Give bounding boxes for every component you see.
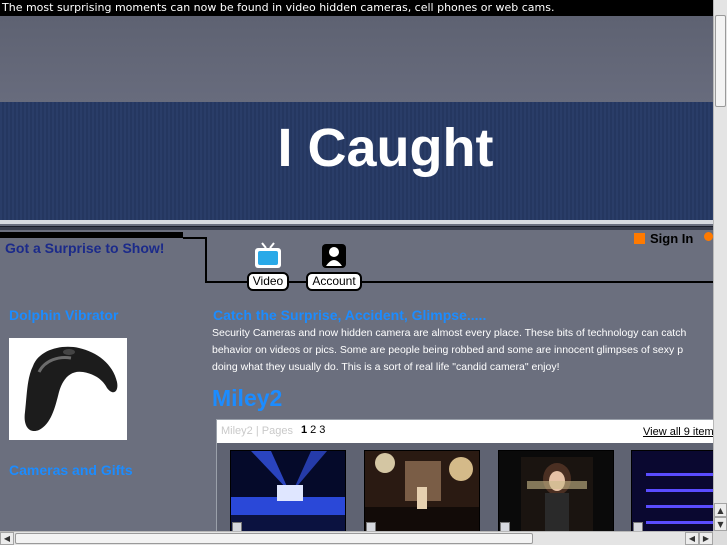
scroll-down-arrow-icon[interactable]: ▼ bbox=[714, 517, 727, 531]
surprise-link[interactable]: Got a Surprise to Show! bbox=[5, 240, 164, 256]
orange-dot-icon bbox=[704, 232, 713, 241]
product-image[interactable] bbox=[9, 338, 127, 440]
tv-icon bbox=[255, 242, 281, 268]
intro-line: Security Cameras and now hidden camera a… bbox=[212, 327, 687, 339]
user-icon bbox=[322, 244, 346, 268]
scroll-up-arrow-icon[interactable]: ▲ bbox=[714, 503, 727, 517]
product-photo bbox=[24, 346, 118, 432]
horizontal-scroll-thumb[interactable] bbox=[15, 533, 533, 544]
page-link-1[interactable]: 1 bbox=[301, 424, 307, 436]
gallery-thumbnail[interactable] bbox=[230, 450, 346, 534]
nav-frame-connector bbox=[183, 237, 207, 239]
gallery-pager-caption: Miley2 | Pages bbox=[221, 425, 293, 437]
intro-paragraph: Security Cameras and now hidden camera a… bbox=[212, 325, 727, 376]
intro-line: behavior on videos or pics. Some are peo… bbox=[212, 344, 684, 356]
scroll-right-arrow-icon[interactable]: ▶ bbox=[699, 532, 713, 545]
account-nav-button[interactable]: Account bbox=[304, 240, 364, 291]
intro-line: doing what they usually do. This is a so… bbox=[212, 361, 560, 373]
gallery-title-link[interactable]: Miley2 bbox=[212, 385, 282, 412]
browser-viewport: The most surprising moments can now be f… bbox=[0, 0, 727, 545]
thumbnail-image bbox=[365, 451, 479, 533]
horizontal-scrollbar[interactable]: ◀ ◀ ▶ bbox=[0, 531, 713, 545]
nav-frame-vertical bbox=[205, 238, 207, 282]
vertical-scroll-thumb[interactable] bbox=[715, 15, 726, 107]
main-heading-link[interactable]: Catch the Surprise, Accident, Glimpse...… bbox=[213, 307, 486, 323]
gallery-thumbnail[interactable] bbox=[498, 450, 614, 534]
site-title[interactable]: I Caught bbox=[0, 116, 727, 180]
account-nav-label: Account bbox=[306, 272, 362, 291]
top-tagline: The most surprising moments can now be f… bbox=[0, 0, 713, 16]
photo-gallery: Miley2 | Pages 123 View all 9 item bbox=[216, 419, 727, 545]
sign-in-link[interactable]: Sign In bbox=[634, 231, 693, 246]
page-link-3[interactable]: 3 bbox=[319, 424, 325, 436]
thumbnail-image bbox=[499, 451, 613, 533]
vertical-scrollbar[interactable]: ▲ ▼ bbox=[713, 0, 727, 531]
header-divider bbox=[0, 226, 713, 230]
video-nav-label: Video bbox=[246, 272, 290, 291]
orange-square-icon bbox=[634, 233, 645, 244]
scrollbar-corner bbox=[713, 531, 727, 545]
gallery-pager-bar: Miley2 | Pages 123 View all 9 item bbox=[217, 420, 727, 443]
gallery-thumbnail[interactable] bbox=[364, 450, 480, 534]
scroll-left-arrow-icon[interactable]: ◀ bbox=[0, 532, 14, 545]
video-nav-button[interactable]: Video bbox=[238, 240, 298, 291]
scroll-left-arrow-icon[interactable]: ◀ bbox=[685, 532, 699, 545]
thumbnail-image bbox=[231, 451, 345, 533]
product-heading-link[interactable]: Dolphin Vibrator bbox=[9, 307, 118, 323]
view-all-link[interactable]: View all 9 item bbox=[643, 426, 714, 438]
sign-in-label: Sign In bbox=[650, 231, 694, 246]
gallery-pagination: 123 bbox=[301, 424, 328, 436]
nav-frame-bar bbox=[0, 232, 183, 238]
page-link-2[interactable]: 2 bbox=[310, 424, 316, 436]
cameras-gifts-link[interactable]: Cameras and Gifts bbox=[9, 462, 133, 478]
